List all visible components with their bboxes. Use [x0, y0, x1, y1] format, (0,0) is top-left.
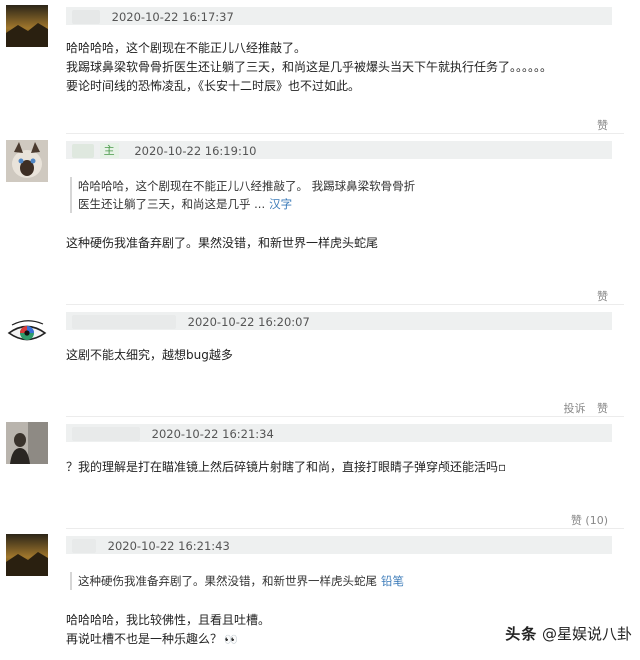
comment-time: 2020-10-22 16:21:34: [151, 426, 274, 441]
comment-actions: 投诉 赞: [556, 400, 609, 416]
quote-author-link[interactable]: 铅笔: [381, 574, 404, 588]
comment-meta: 2020-10-22 16:17:37: [66, 7, 612, 25]
comment-meta: 2020-10-22 16:21:34: [66, 424, 612, 442]
avatar[interactable]: [6, 140, 48, 182]
divider: [66, 528, 624, 529]
quoted-comment: 这种硬伤我准备弃剧了。果然没错，和新世界一样虎头蛇尾 铅笔: [70, 572, 404, 590]
like-button[interactable]: 赞: [597, 290, 608, 303]
divider: [66, 416, 624, 417]
quote-author-link[interactable]: 汉字: [269, 197, 292, 211]
like-button[interactable]: 赞 (10): [571, 514, 608, 527]
avatar[interactable]: [6, 5, 48, 47]
username[interactable]: [72, 9, 100, 24]
comment-text: 哈哈哈哈，这个剧现在不能正儿八经推敲了。 我踢球鼻梁软骨骨折医生还让躺了三天，和…: [66, 41, 553, 93]
avatar[interactable]: [6, 312, 48, 354]
emoji-icon: 👀: [224, 633, 238, 646]
comment-actions: 赞: [589, 288, 608, 304]
comment-time: 2020-10-22 16:21:43: [107, 538, 230, 553]
comment-text: 这种硬伤我准备弃剧了。果然没错，和新世界一样虎头蛇尾: [66, 236, 379, 250]
divider: [66, 304, 624, 305]
watermark: 头条 @星娱说八卦: [505, 623, 632, 644]
user-tag: 主: [99, 143, 119, 158]
comment-time: 2020-10-22 16:19:10: [134, 143, 257, 158]
comment-actions: 赞 (10): [563, 512, 608, 528]
like-button[interactable]: 赞: [597, 119, 608, 132]
comment-meta: 2020-10-22 16:20:07: [66, 312, 612, 330]
like-button[interactable]: 赞: [597, 402, 608, 415]
divider: [66, 133, 624, 134]
comment-meta: 主 2020-10-22 16:19:10: [66, 141, 612, 159]
comment-1: 2020-10-22 16:17:37 哈哈哈哈，这个剧现在不能正儿八经推敲了。…: [0, 0, 640, 135]
comment-meta: 2020-10-22 16:21:43: [66, 536, 612, 554]
avatar[interactable]: [6, 534, 48, 576]
comment-text: ？我的理解是打在瞄准镜上然后碎镜片射瞎了和尚，直接打眼睛子弹穿颅还能活吗▫: [66, 460, 507, 474]
username[interactable]: [72, 426, 140, 441]
comment-text: 哈哈哈哈，我比较佛性，且看且吐槽。 再说吐槽不也是一种乐趣么？ 👀: [66, 613, 271, 646]
username[interactable]: [72, 314, 176, 329]
comment-text: 这剧不能太细究，越想bug越多: [66, 348, 233, 362]
username[interactable]: [72, 538, 96, 553]
avatar[interactable]: [6, 422, 48, 464]
toutiao-logo: 头条: [505, 625, 538, 643]
watermark-account: @星娱说八卦: [541, 625, 632, 643]
comment-time: 2020-10-22 16:20:07: [187, 314, 310, 329]
comment-actions: 赞: [589, 117, 608, 133]
quoted-comment: 哈哈哈哈，这个剧现在不能正儿八经推敲了。 我踢球鼻梁软骨骨折 医生还让躺了三天，…: [70, 177, 415, 213]
report-button[interactable]: 投诉: [564, 402, 586, 415]
comment-time: 2020-10-22 16:17:37: [111, 9, 234, 24]
username[interactable]: [72, 143, 94, 158]
